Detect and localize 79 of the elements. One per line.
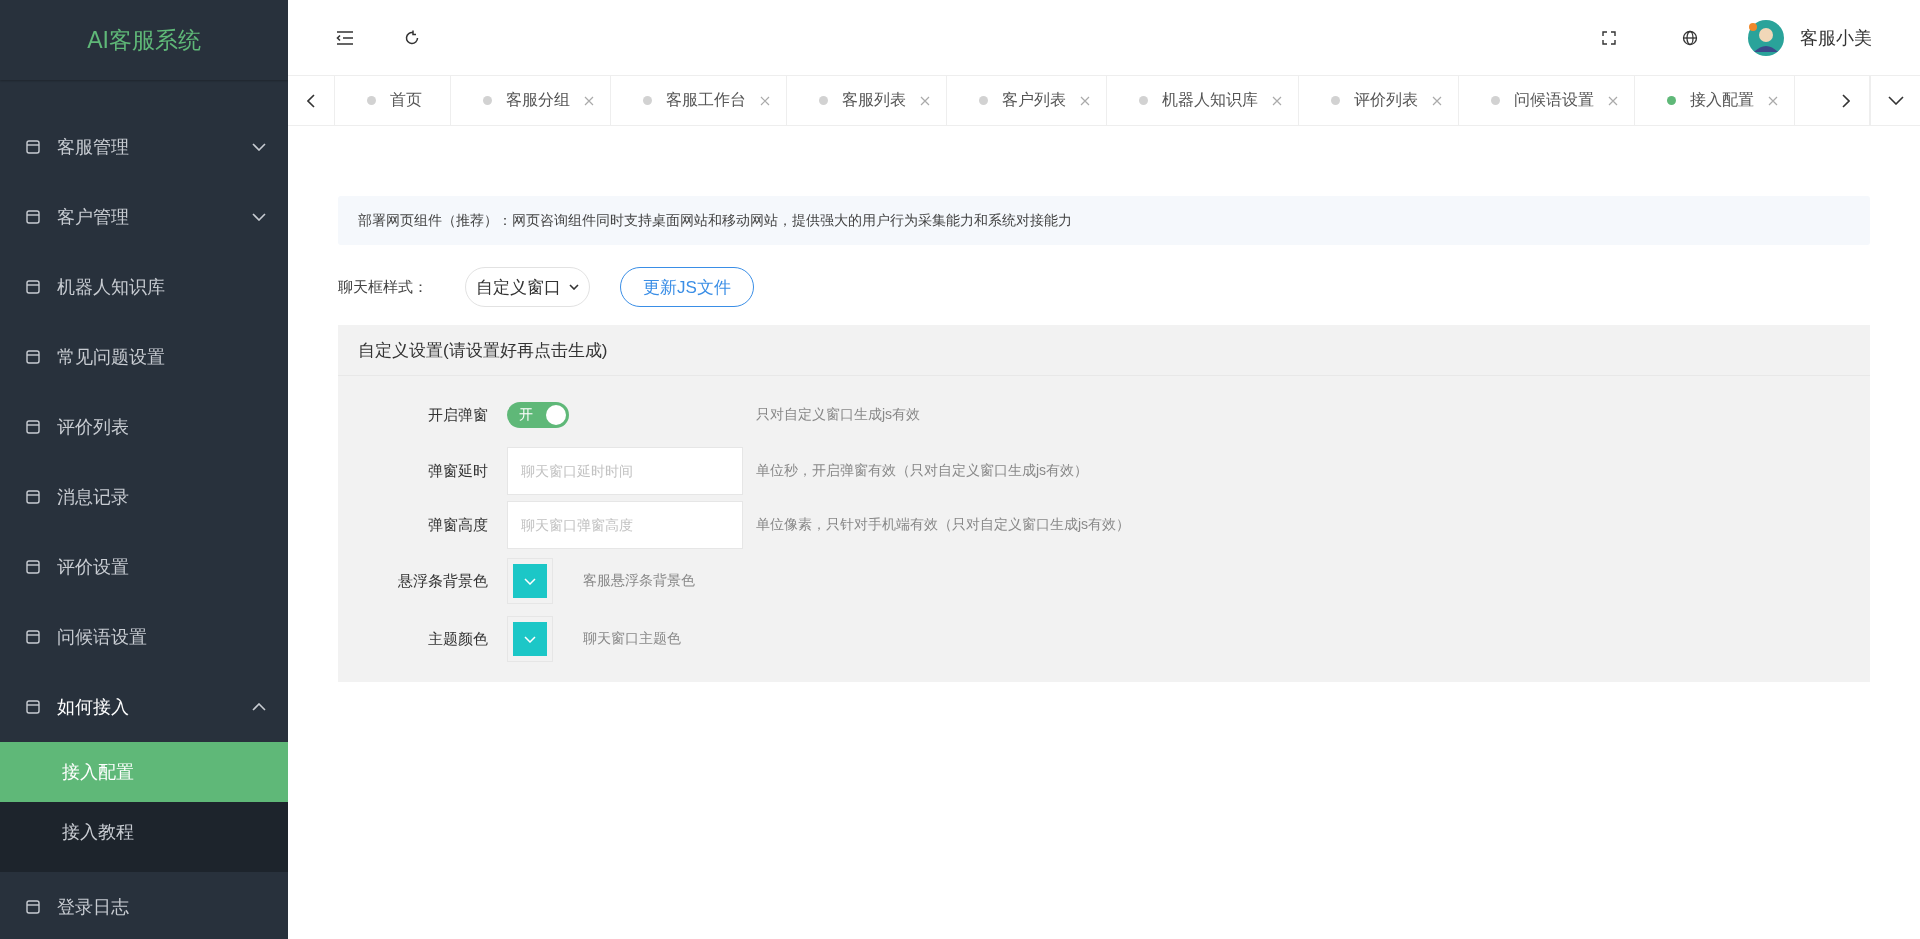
menu-icon (25, 489, 41, 505)
menu-icon (25, 209, 41, 225)
globe-icon[interactable] (1682, 29, 1698, 46)
notice: 部署网页组件（推荐）：网页咨询组件同时支持桌面网站和移动网站，提供强大的用户行为采集能力和系统对接能力 (338, 196, 1870, 245)
chevron-down-icon (524, 635, 536, 643)
tab[interactable]: 评价列表 (1299, 76, 1459, 125)
chevron-icon (252, 143, 266, 151)
hint-text: 客服悬浮条背景色 (583, 572, 695, 590)
menu-item[interactable]: 客户管理 (0, 182, 288, 252)
menu-item[interactable]: 登录日志 (0, 872, 288, 939)
close-icon[interactable] (760, 95, 770, 106)
menu-item[interactable]: 如何接入 (0, 672, 288, 742)
tab-label[interactable]: 客服分组 (506, 90, 570, 111)
tab[interactable]: 客户列表 (947, 76, 1107, 125)
chevron-icon (252, 703, 266, 711)
menu-item[interactable]: 评价设置 (0, 532, 288, 602)
menu-item[interactable]: 机器人知识库 (0, 252, 288, 322)
update-js-button[interactable]: 更新JS文件 (620, 267, 754, 307)
color-picker[interactable] (507, 558, 553, 604)
tab-label[interactable]: 机器人知识库 (1162, 90, 1258, 111)
panel-title: 自定义设置(请设置好再点击生成) (338, 325, 1870, 376)
chevron-down-icon (569, 284, 579, 290)
color-picker[interactable] (507, 616, 553, 662)
field-label: 悬浮条背景色 (397, 571, 488, 591)
menu-item[interactable]: 问候语设置 (0, 602, 288, 672)
tab-label[interactable]: 评价列表 (1354, 90, 1418, 111)
close-icon[interactable] (1080, 95, 1090, 106)
chevron-icon (252, 213, 266, 221)
close-icon[interactable] (1608, 95, 1618, 106)
tab[interactable]: 客服工作台 (611, 76, 787, 125)
menu-icon (25, 559, 41, 575)
tab-label[interactable]: 客户列表 (1002, 90, 1066, 111)
user-name[interactable]: 客服小美 (1800, 25, 1872, 50)
tab-label[interactable]: 接入配置 (1690, 90, 1754, 111)
menu-collapse-icon[interactable] (336, 30, 354, 45)
chevron-right-icon (1842, 93, 1850, 108)
hint-text: 单位像素，只针对手机端有效（只对自定义窗口生成js有效） (756, 516, 1131, 534)
hint-text: 聊天窗口主题色 (583, 630, 681, 648)
menu-icon (25, 419, 41, 435)
tab[interactable]: 客服分组 (451, 76, 611, 125)
menu-icon (25, 349, 41, 365)
menu-item[interactable]: 评价列表 (0, 392, 288, 462)
close-icon[interactable] (584, 95, 594, 106)
tab-label[interactable]: 客服工作台 (666, 90, 746, 111)
menu-icon (25, 699, 41, 715)
close-icon[interactable] (1272, 95, 1282, 106)
tab[interactable]: 客服列表 (787, 76, 947, 125)
menu-icon (25, 899, 41, 915)
menu-item[interactable]: 消息记录 (0, 462, 288, 532)
logo: AI客服系统 (0, 0, 288, 80)
menu-icon (25, 279, 41, 295)
menu-icon (25, 139, 41, 155)
field-label: 主题颜色 (427, 629, 488, 649)
avatar[interactable] (1748, 19, 1784, 56)
chevron-down-icon (524, 577, 536, 585)
field-label: 聊天框样式： (338, 277, 429, 297)
fullscreen-icon[interactable] (1602, 30, 1616, 45)
tab-label[interactable]: 客服列表 (842, 90, 906, 111)
refresh-icon[interactable] (404, 29, 420, 46)
close-icon[interactable] (920, 95, 930, 106)
menu-item[interactable]: 常见问题设置 (0, 322, 288, 392)
tab[interactable]: 机器人知识库 (1107, 76, 1299, 125)
hint-text: 单位秒，开启弹窗有效（只对自定义窗口生成js有效） (756, 462, 1089, 480)
field-label: 弹窗延时 (427, 461, 488, 481)
close-icon[interactable] (1768, 95, 1778, 106)
chevron-left-icon (307, 93, 315, 108)
field-label: 开启弹窗 (427, 405, 488, 425)
field-label: 弹窗高度 (427, 515, 488, 535)
tab[interactable]: 接入配置 (1635, 76, 1795, 125)
menu-item[interactable]: 客服管理 (0, 112, 288, 182)
close-icon[interactable] (1432, 95, 1442, 106)
menu-icon (25, 629, 41, 645)
tab[interactable]: 问候语设置 (1459, 76, 1635, 125)
tab-label[interactable]: 问候语设置 (1514, 90, 1594, 111)
tab[interactable]: 首页 (335, 76, 451, 125)
hint-text: 只对自定义窗口生成js有效 (756, 406, 921, 424)
tab-label[interactable]: 首页 (390, 90, 422, 111)
submenu-item[interactable]: 接入教程 (0, 802, 288, 862)
chevron-down-icon (1887, 96, 1904, 105)
